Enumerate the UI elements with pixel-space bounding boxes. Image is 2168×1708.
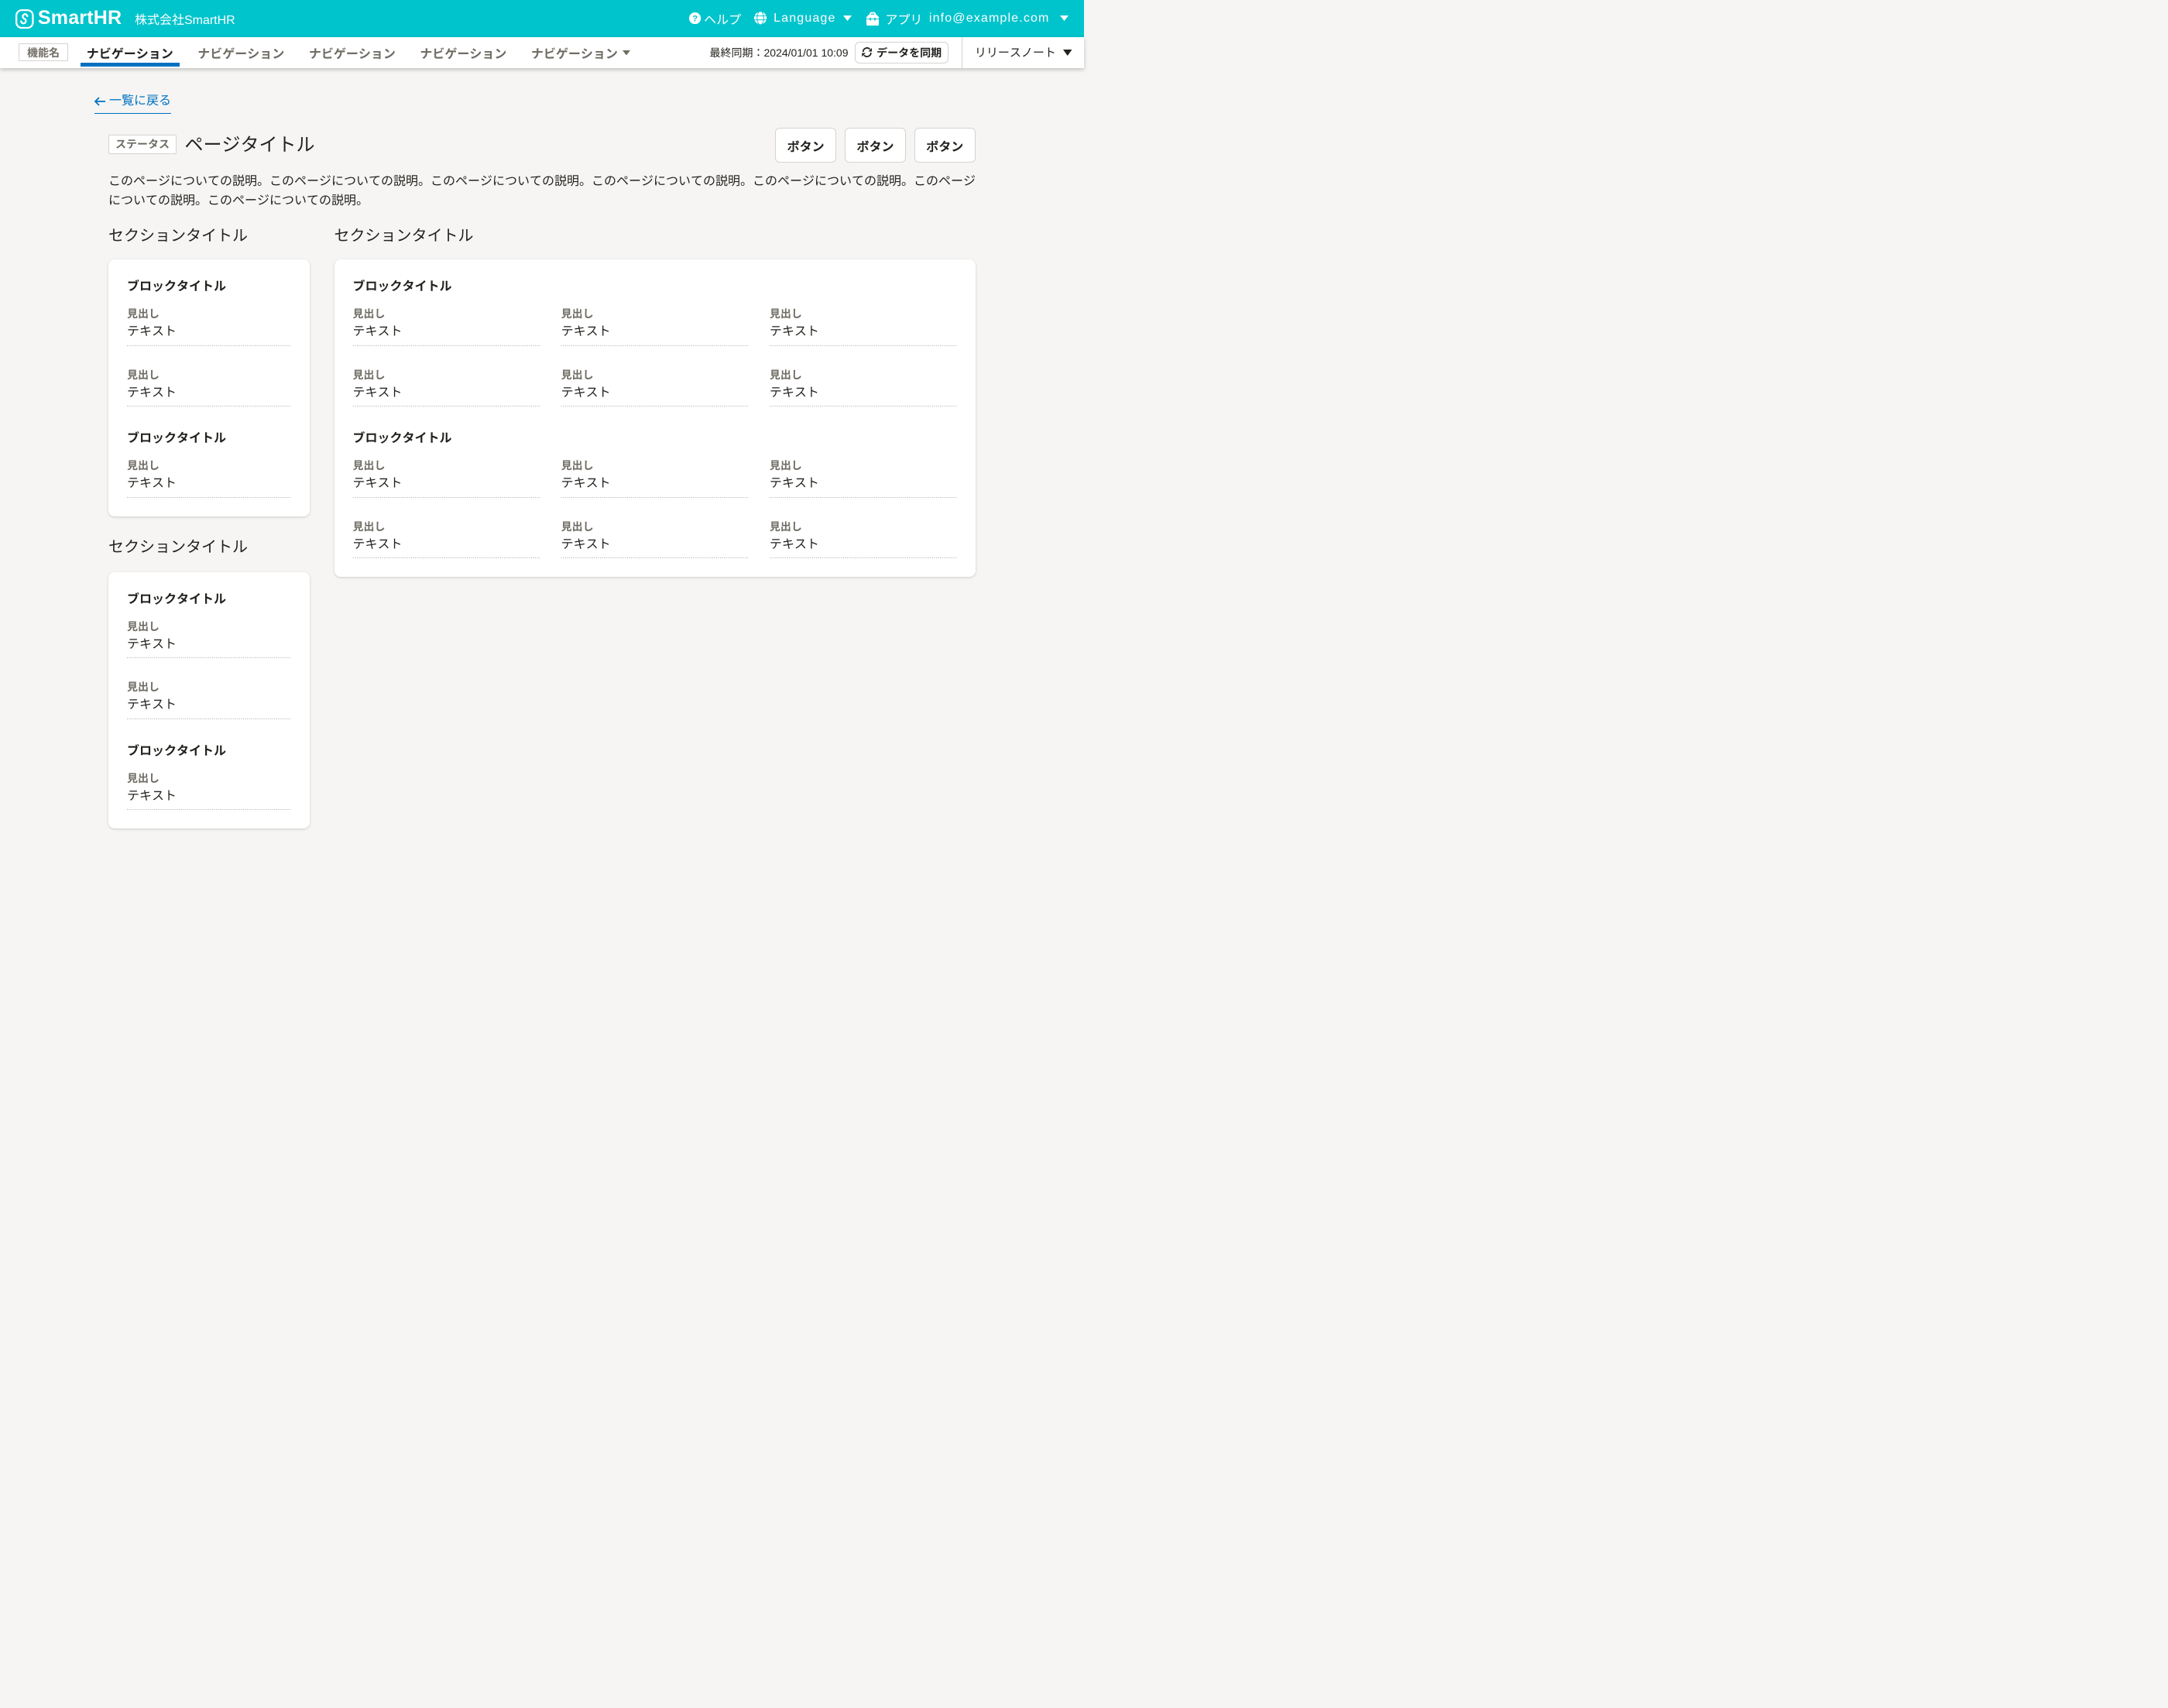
svg-text:?: ?	[693, 15, 698, 24]
